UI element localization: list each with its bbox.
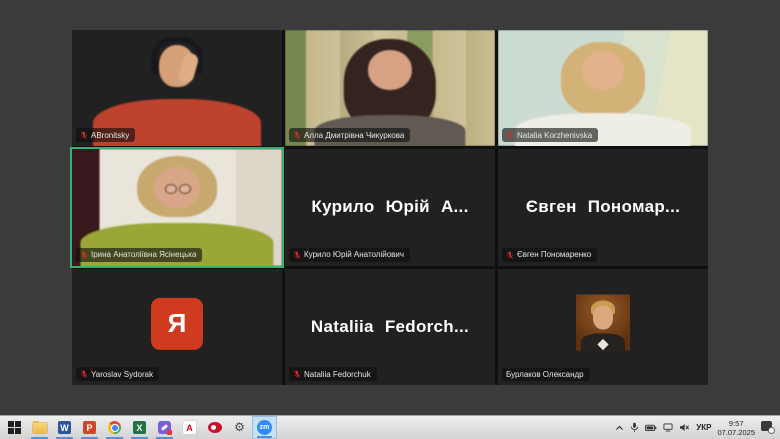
participant-name: Natalia Korzhenivska — [517, 131, 592, 140]
tray-language-indicator[interactable]: УКР — [696, 423, 711, 432]
excel-icon[interactable]: X — [127, 416, 152, 439]
participant-name-tag: ABronitsky — [76, 128, 135, 142]
tray-clock[interactable]: 9:57 07.07.2025 — [717, 419, 755, 437]
muted-mic-icon — [506, 250, 514, 260]
gear-icon — [233, 421, 246, 434]
folder-icon — [33, 423, 47, 433]
excel-letter-icon: X — [133, 421, 146, 434]
viber-logo-icon — [158, 421, 171, 434]
muted-mic-icon — [293, 250, 301, 260]
muted-mic-icon — [80, 130, 88, 140]
participant-name-tag: Бурлаков Олександр — [502, 368, 590, 381]
participant-tile-chykurkova[interactable]: Алла Дмитрівна Чикуркова — [285, 30, 495, 146]
participant-name: Yaroslav Sydorak — [91, 370, 153, 379]
windows-logo-icon — [8, 421, 21, 434]
participant-name-tag: Алла Дмитрівна Чикуркова — [289, 128, 410, 142]
red-c-logo-icon — [208, 422, 222, 433]
settings-icon[interactable] — [227, 416, 252, 439]
notification-badge — [768, 427, 775, 434]
participant-name: Nataliia Fedorchuk — [304, 370, 371, 379]
tray-notification-icon[interactable] — [761, 421, 775, 434]
participant-tile-korzhenivska[interactable]: Natalia Korzhenivska — [498, 30, 708, 146]
muted-mic-icon — [80, 250, 88, 260]
participant-name: Ірина Анатоліївна Ясінецька — [91, 250, 196, 259]
tray-microphone-icon[interactable] — [630, 422, 639, 433]
word-icon[interactable]: W — [52, 416, 77, 439]
participant-name: ABronitsky — [91, 131, 129, 140]
windows-taskbar: W P X A zm УКР 9:57 07.07.2025 — [0, 415, 780, 439]
red-c-app-icon[interactable] — [202, 416, 227, 439]
start-button[interactable] — [2, 416, 27, 439]
letter-avatar: Я — [151, 298, 203, 350]
participant-tile-burlakov[interactable]: Бурлаков Олександр — [498, 269, 708, 385]
taskbar-app-icons: W P X A zm — [0, 416, 277, 439]
muted-mic-icon — [293, 130, 301, 140]
participant-tile-abronitsky[interactable]: ABronitsky — [72, 30, 282, 146]
muted-mic-icon — [506, 130, 514, 140]
tray-time: 9:57 — [717, 419, 755, 428]
tray-volume-muted-icon[interactable] — [679, 423, 690, 432]
participant-name-tag: Nataliia Fedorchuk — [289, 367, 377, 381]
participant-name-tag: Ірина Анатоліївна Ясінецька — [76, 248, 202, 262]
zoom-logo-icon: zm — [257, 420, 272, 435]
participant-name: Алла Дмитрівна Чикуркова — [304, 131, 404, 140]
chrome-logo-icon — [108, 421, 121, 434]
participant-tile-sydorak[interactable]: Я Yaroslav Sydorak — [72, 269, 282, 385]
participant-name: Євген Пономаренко — [517, 250, 591, 259]
acrobat-icon[interactable]: A — [177, 416, 202, 439]
participant-name-tag: Курило Юрій Анатолійович — [289, 248, 410, 262]
powerpoint-icon[interactable]: P — [77, 416, 102, 439]
tray-network-icon[interactable] — [663, 423, 673, 432]
zoom-meeting-window: ABronitsky Алла Дмитрівна Чикуркова Nata… — [0, 0, 780, 415]
tray-battery-icon[interactable] — [645, 424, 657, 432]
chrome-icon[interactable] — [102, 416, 127, 439]
muted-mic-icon — [293, 369, 301, 379]
participant-tile-kurylo[interactable]: Курило Юрій А... Курило Юрій Анатолійови… — [285, 149, 495, 265]
participant-tile-ponomarenko[interactable]: Євген Пономар... Євген Пономаренко — [498, 149, 708, 265]
participant-name: Курило Юрій Анатолійович — [304, 250, 404, 259]
participant-name-tag: Євген Пономаренко — [502, 248, 597, 262]
system-tray: УКР 9:57 07.07.2025 — [615, 416, 780, 439]
profile-photo-avatar — [576, 294, 630, 350]
participant-name: Бурлаков Олександр — [506, 370, 584, 379]
acrobat-letter-icon: A — [183, 421, 196, 434]
powerpoint-letter-icon: P — [83, 421, 96, 434]
participant-tile-fedorchuk[interactable]: Nataliia Fedorch... Nataliia Fedorchuk — [285, 269, 495, 385]
tray-date: 07.07.2025 — [717, 428, 755, 437]
participant-tile-yasinetska-active-speaker[interactable]: Ірина Анатоліївна Ясінецька — [72, 149, 282, 265]
viber-icon[interactable] — [152, 416, 177, 439]
participant-name-tag: Yaroslav Sydorak — [76, 367, 159, 381]
file-explorer-icon[interactable] — [27, 416, 52, 439]
zoom-app-icon[interactable]: zm — [252, 416, 277, 439]
word-letter-icon: W — [58, 421, 71, 434]
participant-gallery: ABronitsky Алла Дмитрівна Чикуркова Nata… — [72, 30, 708, 385]
muted-mic-icon — [80, 369, 88, 379]
tray-chevron-up-icon[interactable] — [615, 424, 624, 432]
participant-name-tag: Natalia Korzhenivska — [502, 128, 598, 142]
